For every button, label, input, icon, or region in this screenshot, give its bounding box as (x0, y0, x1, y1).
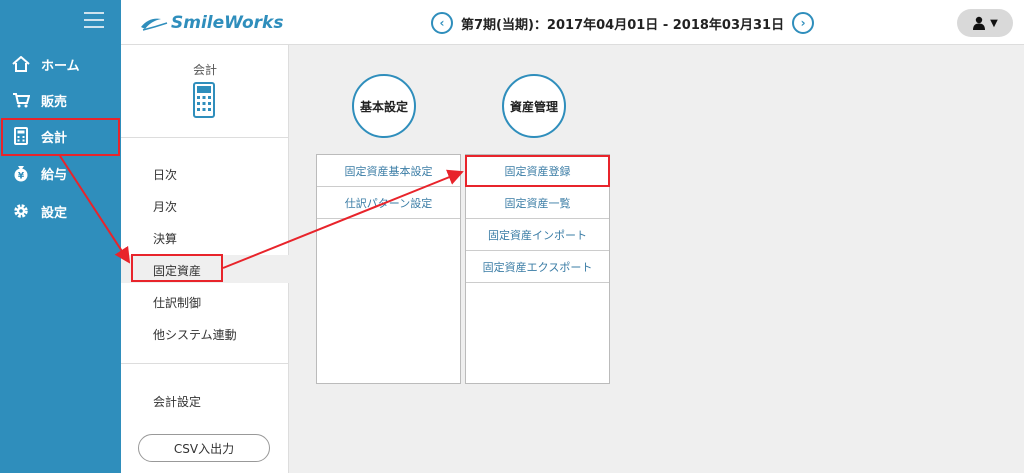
cart-icon (11, 92, 31, 108)
nav-item-settings[interactable]: 設定 (0, 195, 121, 227)
prev-period-button[interactable]: ‹ (431, 12, 453, 34)
caret-down-icon: ▼ (990, 17, 998, 29)
asset-management-column: 固定資産登録 固定資産一覧 固定資産インポート 固定資産エクスポート (465, 154, 610, 384)
nav-item-payroll[interactable]: ¥ 給与 (0, 157, 121, 189)
user-menu-button[interactable]: ▼ (957, 9, 1013, 37)
calculator-icon (193, 82, 215, 122)
menu-item-fixed-asset-basic-settings[interactable]: 固定資産基本設定 (317, 155, 460, 187)
highlight-fixed-asset-registration (465, 155, 610, 187)
header: SmileWorks ‹ 第7期(当期)：2017年04月01日 - 2018年… (121, 0, 1024, 45)
menu-icon[interactable] (84, 12, 104, 28)
money-bag-icon: ¥ (11, 164, 31, 182)
sub-menu-header: 会計 (121, 45, 289, 138)
next-period-button[interactable]: › (792, 12, 815, 34)
menu-item-fixed-asset-import[interactable]: 固定資産インポート (466, 219, 609, 251)
sub-menu-title: 会計 (192, 63, 217, 77)
basic-settings-heading: 基本設定 (352, 74, 416, 138)
logo-swoosh-icon (141, 18, 168, 31)
sub-item-accounting-settings[interactable]: 会計設定 (153, 393, 201, 410)
home-icon (11, 56, 31, 72)
menu-item-fixed-asset-list[interactable]: 固定資産一覧 (466, 187, 609, 219)
asset-management-heading: 資産管理 (502, 74, 566, 138)
nav-label: ホーム (41, 58, 80, 74)
user-icon (973, 16, 986, 30)
side-nav: ホーム 販売 会計 ¥ 給与 設定 (0, 0, 121, 473)
logo-text: SmileWorks (171, 13, 284, 33)
sub-item-closing[interactable]: 決算 (153, 230, 177, 247)
sub-item-daily[interactable]: 日次 (153, 166, 177, 183)
highlight-fixed-assets (131, 254, 223, 282)
sub-item-monthly[interactable]: 月次 (153, 198, 177, 215)
sub-item-other-system[interactable]: 他システム連動 (153, 326, 237, 343)
nav-item-sales[interactable]: 販売 (0, 84, 121, 116)
nav-label: 設定 (41, 205, 68, 221)
chevron-right-icon: › (800, 16, 806, 30)
highlight-accounting (1, 118, 120, 156)
chevron-left-icon: ‹ (439, 16, 445, 30)
basic-settings-column: 固定資産基本設定 仕訳パターン設定 (316, 154, 461, 384)
menu-item-journal-pattern-settings[interactable]: 仕訳パターン設定 (317, 187, 460, 219)
nav-label: 販売 (41, 94, 68, 110)
logo: SmileWorks (139, 9, 283, 37)
csv-io-button[interactable]: CSV入出力 (138, 434, 270, 462)
divider (121, 363, 289, 364)
nav-item-home[interactable]: ホーム (0, 48, 121, 80)
period-selector: ‹ 第7期(当期)：2017年04月01日 - 2018年03月31日 › (431, 11, 815, 35)
nav-label: 給与 (41, 167, 68, 183)
gear-icon (11, 202, 31, 220)
menu-item-fixed-asset-export[interactable]: 固定資産エクスポート (466, 251, 609, 283)
sub-item-journal-control[interactable]: 仕訳制御 (153, 294, 201, 311)
svg-text:¥: ¥ (18, 172, 25, 182)
period-text: 第7期(当期)：2017年04月01日 - 2018年03月31日 (461, 17, 785, 33)
